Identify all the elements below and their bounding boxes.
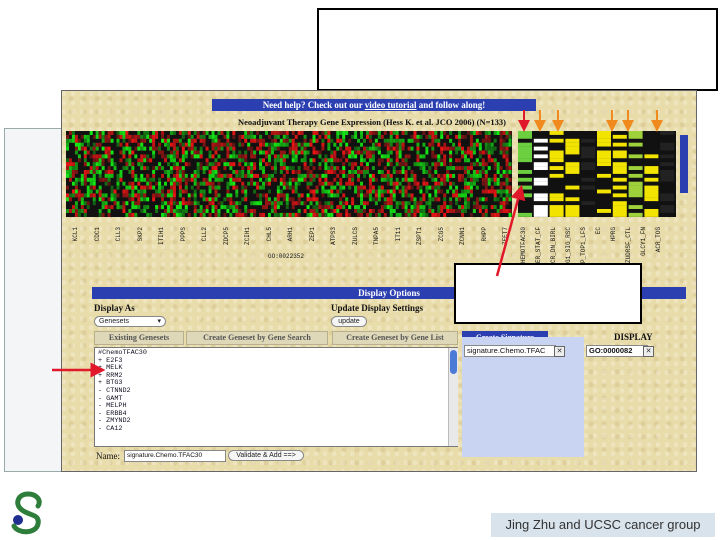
feature-label: ZUDRSF_CTL bbox=[625, 227, 632, 264]
genesets-select-value: Genesets bbox=[99, 318, 129, 325]
feature-label: GLCY1_FN bbox=[640, 227, 647, 256]
heatmap-row-label: CLL2 bbox=[201, 227, 208, 242]
heatmap-row-label: ZCG5 bbox=[437, 227, 445, 242]
gene-list-line: - CTNND2 bbox=[98, 386, 131, 395]
heatmap-row-label: ZSPT1 bbox=[416, 227, 423, 246]
heatmap-row-label: ATPS3 bbox=[330, 227, 337, 246]
heatmap-row-label: RHPP bbox=[480, 227, 488, 242]
genesets-select[interactable]: Genesets ▾ bbox=[94, 316, 166, 327]
go-field[interactable]: GO:0000082 bbox=[586, 345, 648, 357]
help-prefix: Need help? Check out our bbox=[262, 100, 365, 110]
update-settings-label: Update Display Settings bbox=[331, 303, 424, 313]
display-header: DISPLAY bbox=[614, 332, 653, 342]
signature-name-field[interactable]: signature.Chemo.TFAC bbox=[464, 345, 556, 357]
heatmap-feature-block bbox=[518, 131, 676, 217]
ucsc-logo bbox=[11, 491, 42, 535]
left-panel bbox=[4, 128, 66, 472]
heatmap-row-label: PPPS bbox=[179, 227, 187, 242]
go-label: GO:0022352 bbox=[268, 253, 305, 260]
feature-label: EC bbox=[595, 227, 602, 235]
video-tutorial-link[interactable]: video tutorial bbox=[365, 100, 417, 110]
callout-box-top bbox=[317, 8, 718, 91]
scrollbar-thumb[interactable] bbox=[450, 350, 457, 374]
gene-list-line: #ChemoTFAC30 bbox=[98, 349, 147, 357]
feature-label: ER_STAT_CF bbox=[535, 227, 542, 264]
gene-list-line: - CA12 bbox=[98, 424, 123, 433]
heatmap-row-label: SKP2 bbox=[136, 227, 144, 242]
heatmap-row-label: CDC1 bbox=[93, 227, 101, 242]
heatmap-row-label: ZCIH1 bbox=[244, 227, 251, 246]
gene-list-line: + BTG3 bbox=[98, 379, 123, 388]
validate-add-button[interactable]: Validate & Add ==> bbox=[228, 450, 304, 461]
gene-list-line: - ZMYND2 bbox=[98, 417, 131, 426]
name-label: Name: bbox=[96, 451, 120, 461]
heatmap-row-label: ARH1 bbox=[287, 227, 294, 242]
gene-list-line: - ERBB4 bbox=[98, 409, 127, 418]
signature-editor[interactable]: #ChemoTFAC30 + E2F3 + MELK + RRM2 + BTG3- CT… bbox=[94, 347, 458, 447]
feature-label: HPRG bbox=[610, 227, 617, 242]
heatmap-row-label: IT11 bbox=[394, 227, 402, 242]
heatmap-title: Neoadjuvant Therapy Gene Expression (Hes… bbox=[237, 117, 507, 127]
close-icon[interactable]: ✕ bbox=[554, 346, 565, 357]
heatmap-row-label: CLL3 bbox=[115, 227, 122, 242]
tab-gene-search[interactable]: Create Geneset by Gene Search bbox=[186, 331, 328, 345]
tab-gene-list[interactable]: Create Geneset by Gene List bbox=[332, 331, 458, 345]
help-bar: Need help? Check out our video tutorial … bbox=[212, 99, 536, 111]
name-input[interactable]: signature.Chemo.TFAC30 bbox=[124, 450, 226, 462]
heatmap-row-label: KCL1 bbox=[72, 227, 79, 242]
editor-scrollbar[interactable] bbox=[448, 348, 458, 446]
heatmap-row-label: CHL5 bbox=[265, 227, 273, 242]
heatmap-row-label: ZEP1 bbox=[308, 227, 316, 242]
heatmap-row-label: ITIH1 bbox=[158, 227, 165, 246]
gene-list-line: + E2F3 bbox=[98, 356, 123, 365]
heatmap-row-label: ZULCS bbox=[351, 227, 359, 246]
signature-panel: signature.Chemo.TFAC ✕ bbox=[462, 337, 584, 457]
heatmap-row-label: TNPA5 bbox=[373, 227, 380, 246]
gene-list-line: - GAMT bbox=[98, 394, 123, 403]
heatmap-expression-block bbox=[66, 131, 512, 217]
heatmap-row-label: ZEET7 bbox=[502, 227, 509, 246]
feature-label: ACR_DN_BIRL bbox=[550, 227, 557, 267]
close-icon[interactable]: ✕ bbox=[643, 346, 654, 357]
footer-credit: Jing Zhu and UCSC cancer group bbox=[491, 513, 715, 537]
feature-label: ACR_TOG bbox=[655, 227, 662, 253]
heatmap-row-label: ZCNN1 bbox=[459, 227, 466, 246]
update-button[interactable]: update bbox=[331, 316, 367, 327]
tab-existing-genesets[interactable]: Existing Genesets bbox=[94, 331, 184, 345]
gene-list-line: + MELK bbox=[98, 364, 123, 373]
heatmap-row-label: ZDCP5 bbox=[222, 227, 230, 246]
chevron-down-icon: ▾ bbox=[157, 318, 161, 325]
display-as-label: Display As bbox=[94, 303, 135, 313]
gene-list-line: + RRM2 bbox=[98, 371, 123, 380]
gene-list-line: - MELPH bbox=[98, 402, 127, 411]
callout-box-mid bbox=[454, 263, 642, 324]
heatmap-scrollbar[interactable] bbox=[680, 135, 688, 193]
heatmap[interactable] bbox=[62, 131, 696, 223]
help-suffix: and follow along! bbox=[416, 100, 486, 110]
